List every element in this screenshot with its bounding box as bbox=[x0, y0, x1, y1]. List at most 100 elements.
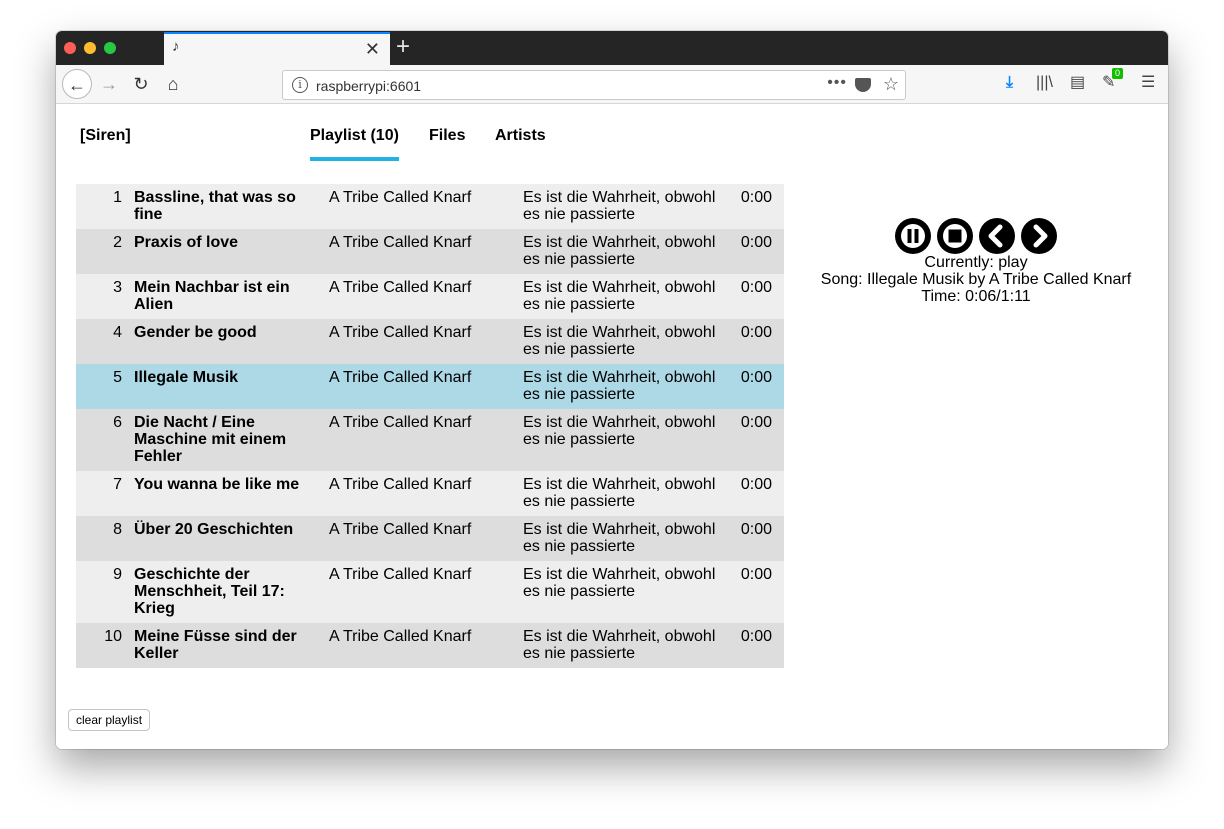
track-artist: A Tribe Called Knarf bbox=[323, 274, 517, 319]
player-time: Time: 0:06/1:11 bbox=[921, 288, 1031, 305]
playlist-row[interactable]: 9 Geschichte der Menschheit, Teil 17: Kri… bbox=[76, 561, 784, 623]
track-number: 3 bbox=[76, 274, 128, 319]
playlist-row[interactable]: 8 Über 20 Geschichten A Tribe Called Knarf… bbox=[76, 516, 784, 561]
track-duration: 0:00 bbox=[722, 184, 784, 229]
track-title: Geschichte der Menschheit, Teil 17: Krie… bbox=[128, 561, 323, 623]
pocket-icon[interactable] bbox=[855, 78, 871, 92]
clear-playlist-button[interactable]: clear playlist bbox=[68, 709, 151, 731]
track-duration: 0:00 bbox=[722, 561, 784, 623]
page-actions-icon[interactable]: ••• bbox=[827, 74, 847, 92]
track-duration: 0:00 bbox=[722, 364, 784, 409]
download-icon[interactable]: ⤓ bbox=[1006, 72, 1013, 94]
tab-artists[interactable]: Artists bbox=[495, 127, 546, 145]
chevron-left-icon bbox=[988, 224, 1003, 248]
player-song: Song: Illegale Musik by A Tribe Called K… bbox=[820, 271, 1132, 288]
forward-button[interactable]: → bbox=[94, 69, 124, 99]
track-title: Praxis of love bbox=[128, 229, 323, 274]
track-album: Es ist die Wahrheit, obwohl es nie passi… bbox=[517, 623, 722, 668]
track-number: 1 bbox=[76, 184, 128, 229]
stop-button[interactable] bbox=[937, 218, 973, 254]
playlist-row[interactable]: 3 Mein Nachbar ist ein Alien A Tribe Calle… bbox=[76, 274, 784, 319]
url-text[interactable]: raspberrypi:6601 bbox=[316, 78, 421, 94]
previous-button[interactable] bbox=[979, 218, 1015, 254]
player-state: Currently: play bbox=[924, 254, 1028, 271]
app-brand[interactable]: [Siren] bbox=[80, 127, 131, 145]
stop-icon bbox=[943, 224, 967, 248]
zoom-window-button[interactable] bbox=[104, 42, 116, 54]
back-button[interactable]: ← bbox=[62, 69, 92, 99]
track-title: Gender be good bbox=[128, 319, 323, 364]
playlist-row[interactable]: 6 Die Nacht / Eine Maschine mit einem Feh… bbox=[76, 409, 784, 471]
tab-files[interactable]: Files bbox=[429, 127, 465, 145]
track-duration: 0:00 bbox=[722, 319, 784, 364]
track-title: Über 20 Geschichten bbox=[128, 516, 323, 561]
browser-window: ♪ ✕ + ← → ↻ ⌂ i raspberrypi:6601 ••• ☆ ⤓… bbox=[56, 31, 1168, 749]
playlist-row[interactable]: 7 You wanna be like me A Tribe Called Knar… bbox=[76, 471, 784, 516]
reload-button[interactable]: ↻ bbox=[126, 69, 156, 99]
library-icon[interactable]: |||\ bbox=[1036, 72, 1053, 94]
minimize-window-button[interactable] bbox=[84, 42, 96, 54]
track-artist: A Tribe Called Knarf bbox=[323, 623, 517, 668]
track-artist: A Tribe Called Knarf bbox=[323, 471, 517, 516]
track-duration: 0:00 bbox=[722, 274, 784, 319]
track-album: Es ist die Wahrheit, obwohl es nie passi… bbox=[517, 229, 722, 274]
playlist-row[interactable]: 4 Gender be good A Tribe Called Knarf Es is… bbox=[76, 319, 784, 364]
track-album: Es ist die Wahrheit, obwohl es nie passi… bbox=[517, 274, 722, 319]
track-album: Es ist die Wahrheit, obwohl es nie passi… bbox=[517, 471, 722, 516]
sidebar-icon[interactable]: ▤ bbox=[1070, 72, 1085, 94]
playlist-row[interactable]: 10 Meine Füsse sind der Keller A Tribe Cal… bbox=[76, 623, 784, 668]
close-window-button[interactable] bbox=[64, 42, 76, 54]
info-icon[interactable]: i bbox=[292, 77, 308, 93]
track-album: Es ist die Wahrheit, obwohl es nie passi… bbox=[517, 184, 722, 229]
chevron-right-icon bbox=[1033, 224, 1048, 248]
next-button[interactable] bbox=[1021, 218, 1057, 254]
close-tab-icon[interactable]: ✕ bbox=[365, 39, 380, 60]
pause-button[interactable] bbox=[895, 218, 931, 254]
track-title: Illegale Musik bbox=[128, 364, 323, 409]
url-bar[interactable]: i raspberrypi:6601 ••• ☆ bbox=[282, 70, 906, 100]
track-artist: A Tribe Called Knarf bbox=[323, 561, 517, 623]
playlist-table: 1 Bassline, that was so fine A Tribe Calle… bbox=[76, 184, 784, 668]
pause-icon bbox=[901, 224, 925, 248]
track-duration: 0:00 bbox=[722, 471, 784, 516]
track-artist: A Tribe Called Knarf bbox=[323, 229, 517, 274]
browser-tab[interactable]: ♪ ✕ bbox=[164, 32, 390, 65]
track-album: Es ist die Wahrheit, obwohl es nie passi… bbox=[517, 409, 722, 471]
track-artist: A Tribe Called Knarf bbox=[323, 319, 517, 364]
playlist-row[interactable]: 5 Illegale Musik A Tribe Called Knarf Es is… bbox=[76, 364, 784, 409]
track-number: 2 bbox=[76, 229, 128, 274]
track-title: You wanna be like me bbox=[128, 471, 323, 516]
track-artist: A Tribe Called Knarf bbox=[323, 184, 517, 229]
playlist-row[interactable]: 2 Praxis of love A Tribe Called Knarf Es is… bbox=[76, 229, 784, 274]
track-number: 7 bbox=[76, 471, 128, 516]
track-title: Mein Nachbar ist ein Alien bbox=[128, 274, 323, 319]
track-duration: 0:00 bbox=[722, 229, 784, 274]
playlist-row[interactable]: 1 Bassline, that was so fine A Tribe Calle… bbox=[76, 184, 784, 229]
track-artist: A Tribe Called Knarf bbox=[323, 409, 517, 471]
track-number: 10 bbox=[76, 623, 128, 668]
track-duration: 0:00 bbox=[722, 409, 784, 471]
track-duration: 0:00 bbox=[722, 516, 784, 561]
menu-icon[interactable]: ☰ bbox=[1141, 72, 1155, 94]
player-panel: Currently: play Song: Illegale Musik by … bbox=[776, 218, 1168, 305]
track-album: Es ist die Wahrheit, obwohl es nie passi… bbox=[517, 319, 722, 364]
player-controls bbox=[776, 218, 1168, 254]
track-title: Meine Füsse sind der Keller bbox=[128, 623, 323, 668]
track-album: Es ist die Wahrheit, obwohl es nie passi… bbox=[517, 516, 722, 561]
home-button[interactable]: ⌂ bbox=[158, 69, 188, 99]
tab-bar: ♪ ✕ + bbox=[56, 31, 1168, 65]
track-artist: A Tribe Called Knarf bbox=[323, 516, 517, 561]
page-content: [Siren] Playlist (10) Files Artists 1 Bas… bbox=[56, 105, 1168, 749]
tab-playlist[interactable]: Playlist (10) bbox=[310, 127, 399, 161]
track-album: Es ist die Wahrheit, obwohl es nie passi… bbox=[517, 364, 722, 409]
track-number: 9 bbox=[76, 561, 128, 623]
track-number: 8 bbox=[76, 516, 128, 561]
navigation-toolbar: ← → ↻ ⌂ i raspberrypi:6601 ••• ☆ ⤓ |||\ … bbox=[56, 65, 1168, 104]
track-number: 4 bbox=[76, 319, 128, 364]
extension-badge: 0 bbox=[1112, 68, 1124, 79]
track-number: 6 bbox=[76, 409, 128, 471]
new-tab-button[interactable]: + bbox=[396, 34, 410, 60]
track-title: Die Nacht / Eine Maschine mit einem Fehl… bbox=[128, 409, 323, 471]
track-title: Bassline, that was so fine bbox=[128, 184, 323, 229]
bookmark-star-icon[interactable]: ☆ bbox=[883, 74, 899, 95]
